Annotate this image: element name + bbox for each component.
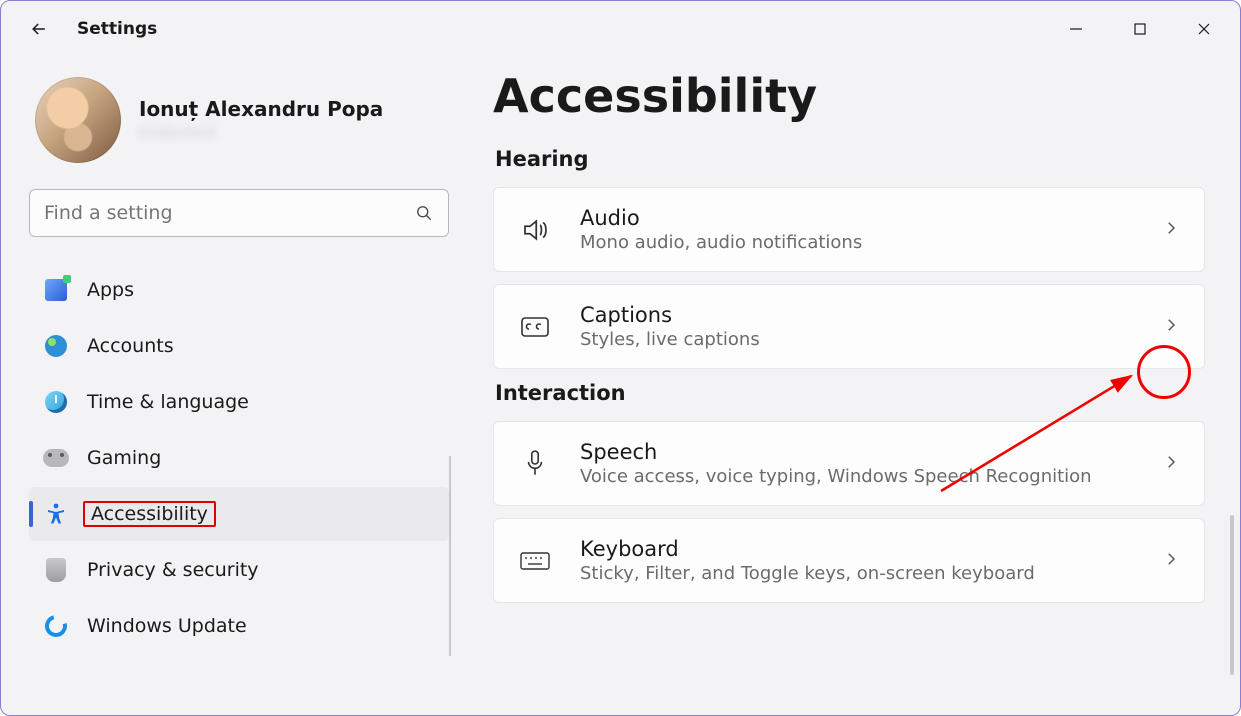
card-title: Speech (580, 440, 1134, 464)
accessibility-icon (43, 501, 69, 527)
card-captions[interactable]: Captions Styles, live captions (493, 284, 1205, 369)
nav: Apps Accounts Time & language Gaming (29, 263, 453, 653)
nav-item-time-language[interactable]: Time & language (29, 375, 449, 429)
search-icon (414, 203, 434, 223)
scrollbar-thumb[interactable] (1230, 515, 1234, 675)
page-title: Accessibility (493, 69, 1220, 123)
card-title: Keyboard (580, 537, 1134, 561)
nav-label: Accessibility (91, 503, 208, 525)
app-title: Settings (77, 19, 157, 39)
arrow-left-icon (29, 19, 49, 39)
body: Ionuț Alexandru Popa redacted Apps Accou… (1, 57, 1240, 715)
nav-item-gaming[interactable]: Gaming (29, 431, 449, 485)
card-subtitle: Styles, live captions (580, 329, 1134, 350)
pane-divider (449, 456, 451, 656)
nav-item-accessibility[interactable]: Accessibility (29, 487, 449, 541)
nav-label: Accounts (87, 335, 174, 357)
nav-label: Windows Update (87, 615, 247, 637)
nav-item-update[interactable]: Windows Update (29, 599, 449, 653)
section-label-hearing: Hearing (495, 147, 1220, 171)
main-pane: Accessibility Hearing Audio Mono audio, … (463, 57, 1240, 715)
card-title: Audio (580, 206, 1134, 230)
nav-label: Apps (87, 279, 134, 301)
profile-name: Ionuț Alexandru Popa (139, 97, 383, 121)
chevron-right-icon (1162, 550, 1180, 572)
annotation-highlight-box: Accessibility (83, 501, 216, 527)
captions-icon (518, 310, 552, 344)
close-icon (1197, 22, 1211, 36)
search-input[interactable] (44, 202, 414, 224)
shield-icon (43, 557, 69, 583)
nav-item-accounts[interactable]: Accounts (29, 319, 449, 373)
card-subtitle: Voice access, voice typing, Windows Spee… (580, 466, 1134, 487)
window-controls (1044, 5, 1236, 53)
apps-icon (43, 277, 69, 303)
sidebar: Ionuț Alexandru Popa redacted Apps Accou… (1, 57, 463, 715)
section-label-interaction: Interaction (495, 381, 1220, 405)
avatar (35, 77, 121, 163)
nav-item-privacy[interactable]: Privacy & security (29, 543, 449, 597)
chevron-right-icon (1162, 453, 1180, 475)
microphone-icon (518, 447, 552, 481)
clock-icon (43, 389, 69, 415)
nav-label: Privacy & security (87, 559, 259, 581)
card-audio[interactable]: Audio Mono audio, audio notifications (493, 187, 1205, 272)
card-title: Captions (580, 303, 1134, 327)
card-subtitle: Mono audio, audio notifications (580, 232, 1134, 253)
nav-label: Time & language (87, 391, 249, 413)
minimize-button[interactable] (1044, 5, 1108, 53)
gamepad-icon (43, 445, 69, 471)
keyboard-icon (518, 544, 552, 578)
back-button[interactable] (23, 13, 55, 45)
chevron-right-icon (1162, 219, 1180, 241)
maximize-button[interactable] (1108, 5, 1172, 53)
maximize-icon (1133, 22, 1147, 36)
chevron-right-icon (1162, 316, 1180, 338)
accounts-icon (43, 333, 69, 359)
card-keyboard[interactable]: Keyboard Sticky, Filter, and Toggle keys… (493, 518, 1205, 603)
settings-window: Settings Ionuț Alexandru Popa redacted (0, 0, 1241, 716)
card-speech[interactable]: Speech Voice access, voice typing, Windo… (493, 421, 1205, 506)
nav-item-apps[interactable]: Apps (29, 263, 449, 317)
titlebar: Settings (1, 1, 1240, 57)
card-subtitle: Sticky, Filter, and Toggle keys, on-scre… (580, 563, 1134, 584)
minimize-icon (1069, 22, 1083, 36)
update-icon (43, 613, 69, 639)
nav-label: Gaming (87, 447, 161, 469)
profile-email: redacted (139, 123, 383, 143)
close-button[interactable] (1172, 5, 1236, 53)
search-box[interactable] (29, 189, 449, 237)
profile-text: Ionuț Alexandru Popa redacted (139, 97, 383, 143)
profile-block[interactable]: Ionuț Alexandru Popa redacted (29, 77, 453, 163)
speaker-icon (518, 213, 552, 247)
